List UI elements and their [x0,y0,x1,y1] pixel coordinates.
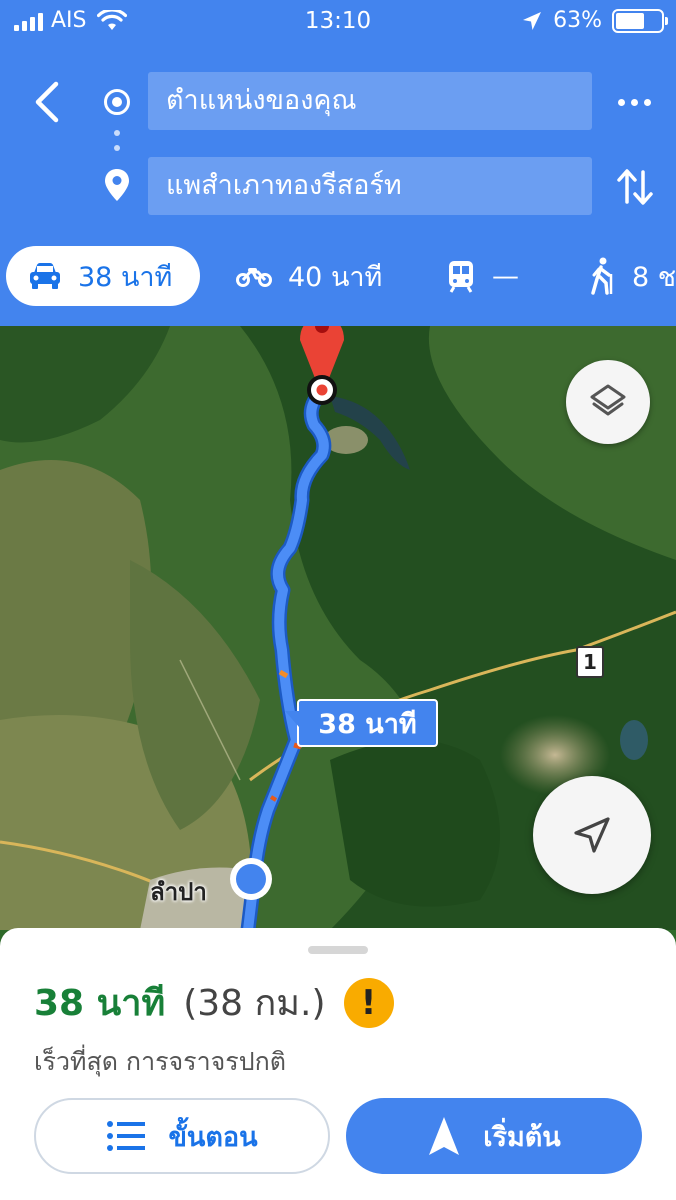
tab-driving-label: 38 นาที [78,261,173,293]
back-button[interactable] [26,78,70,126]
start-button-label: เริ่มต้น [483,1121,561,1153]
layers-icon [590,384,626,416]
route-distance: (38 กม.) [183,983,326,1024]
sheet-drag-handle[interactable] [308,946,368,954]
transit-icon [449,261,473,293]
route-summary: 38 นาที (38 กม.) ! [34,974,394,1031]
status-right: 63% [521,8,668,33]
navigation-arrow-icon [429,1117,460,1155]
destination-marker-icon[interactable] [292,326,352,410]
destination-input[interactable]: แพสำเภาทองรีสอร์ท [148,157,592,215]
location-arrow-icon [523,11,542,30]
connector-dot-icon [114,145,120,151]
steps-button[interactable]: ขั้นตอน [34,1098,330,1174]
directions-header: AIS 13:10 63% ตำแหน่งของคุณ แพสำเภาทองรี… [0,0,676,326]
destination-pin-icon [105,169,129,201]
back-arrow-icon [35,81,59,123]
more-dots-icon [617,98,625,106]
tab-transit-label: — [492,260,519,292]
list-icon [107,1121,146,1151]
route-subtitle: เร็วที่สุด การจราจรปกติ [34,1047,286,1076]
battery-percent: 63% [553,8,602,33]
tab-driving[interactable]: 38 นาที [6,246,200,306]
swap-arrows-icon [617,169,653,205]
tab-motorcycle[interactable]: 40 นาที [236,246,382,306]
start-navigation-button[interactable]: เริ่มต้น [346,1098,642,1174]
tab-motorcycle-label: 40 นาที [288,261,383,293]
tab-walking[interactable]: 8 ช [588,246,676,306]
navigation-arrow-icon [574,817,610,853]
steps-button-label: ขั้นตอน [168,1121,258,1153]
more-options-button[interactable] [614,88,654,116]
swap-locations-button[interactable] [612,162,658,212]
travel-mode-tabs: 38 นาที 40 นาที — 8 ช [0,246,676,312]
current-location-marker-icon[interactable] [228,856,274,902]
recenter-location-button[interactable] [533,776,651,894]
connector-dot-icon [114,130,120,136]
car-icon [30,263,60,289]
route-duration-label[interactable]: 38 นาที [285,699,438,747]
route-duration: 38 นาที [34,983,166,1024]
tab-walking-label: 8 ช [632,261,676,293]
origin-input[interactable]: ตำแหน่งของคุณ [148,72,592,130]
city-label: ลำปา [150,878,207,906]
battery-icon [612,8,668,33]
motorcycle-icon [236,268,272,287]
origin-dot-icon [104,89,130,115]
warning-icon[interactable]: ! [343,977,394,1028]
walk-icon [591,257,613,295]
route-summary-sheet: 38 นาที (38 กม.) ! เร็วที่สุด การจราจรปก… [0,928,676,1200]
tab-transit[interactable]: — [446,246,519,306]
road-number-badge: 1 [576,646,604,678]
status-bar: AIS 13:10 63% [0,0,676,44]
map-layers-button[interactable] [566,360,650,444]
